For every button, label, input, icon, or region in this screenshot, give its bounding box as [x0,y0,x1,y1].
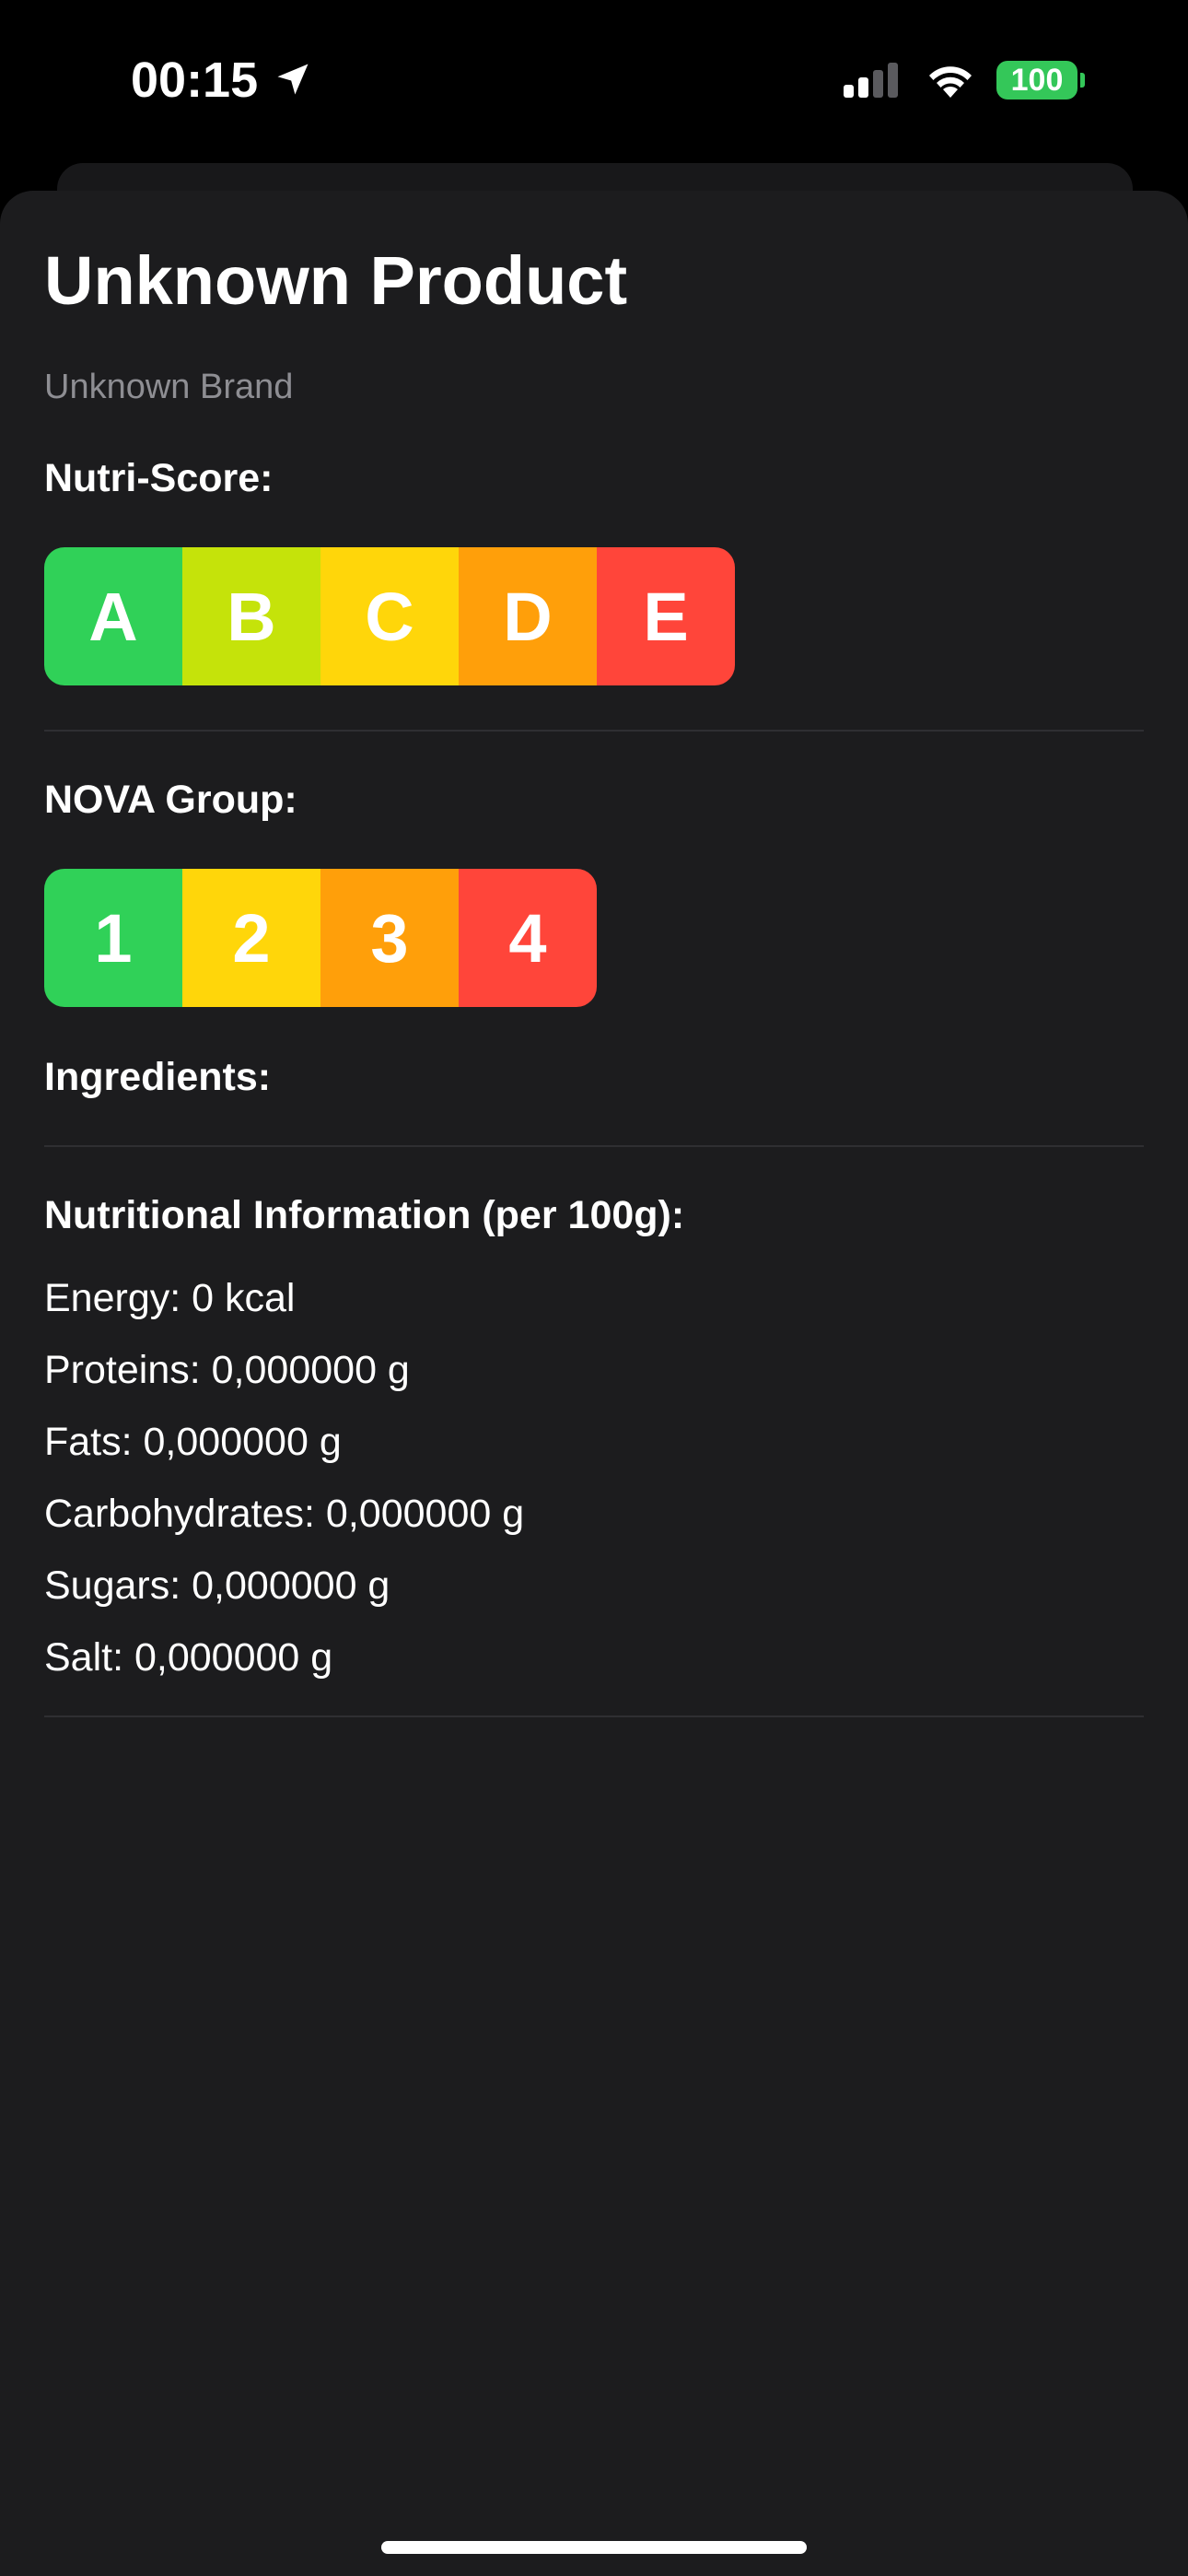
nutrition-proteins: Proteins: 0,000000 g [44,1348,410,1392]
product-brand: Unknown Brand [44,368,294,406]
cellular-signal-icon [844,63,898,98]
battery-icon: 100 [996,61,1077,100]
product-title: Unknown Product [44,242,628,319]
nutri-score-grade-c: C [320,547,459,685]
divider [44,1715,1144,1717]
nova-group-4: 4 [459,869,597,1007]
nova-group-label: NOVA Group: [44,778,297,822]
location-arrow-icon [277,64,309,95]
nutrition-energy: Energy: 0 kcal [44,1276,296,1320]
nova-group-1: 1 [44,869,182,1007]
divider [44,730,1144,732]
nova-group-2: 2 [182,869,320,1007]
screen: 00:15 100 Unknown Product Unknown Brand … [0,0,1188,2576]
nutrition-list: Energy: 0 kcal Proteins: 0,000000 g Fats… [44,1262,524,1693]
nutri-score-label: Nutri-Score: [44,456,274,500]
nutri-score-scale: A B C D E [44,547,735,685]
battery-level: 100 [1010,62,1064,98]
wifi-icon [929,66,972,98]
nutri-score-grade-b: B [182,547,320,685]
nutri-score-grade-e: E [597,547,735,685]
nutri-score-grade-d: D [459,547,597,685]
nutri-score-grade-a: A [44,547,182,685]
status-time: 00:15 [131,53,259,108]
divider [44,1145,1144,1147]
home-indicator[interactable] [381,2541,807,2554]
nova-group-3: 3 [320,869,459,1007]
battery-tip [1080,73,1085,88]
nutrition-fats: Fats: 0,000000 g [44,1420,342,1464]
nutrition-title: Nutritional Information (per 100g): [44,1193,685,1237]
nova-group-scale: 1 2 3 4 [44,869,597,1007]
nutrition-salt: Salt: 0,000000 g [44,1635,333,1680]
nutrition-sugars: Sugars: 0,000000 g [44,1563,390,1608]
nutrition-carbohydrates: Carbohydrates: 0,000000 g [44,1492,525,1536]
ingredients-label: Ingredients: [44,1055,272,1099]
status-bar: 00:15 100 [0,0,1188,161]
